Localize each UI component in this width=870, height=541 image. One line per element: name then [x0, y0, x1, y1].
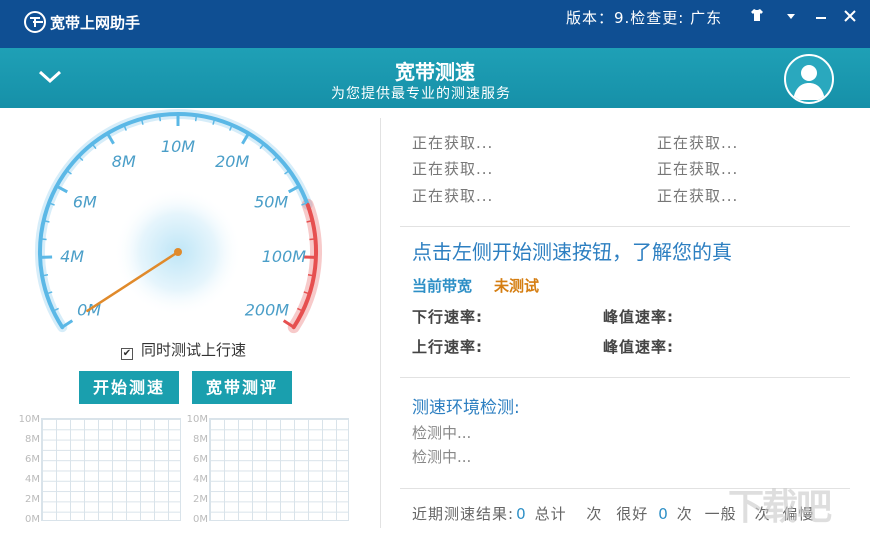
tick-label: 2M — [193, 494, 208, 505]
tick-label: 0M — [25, 514, 40, 525]
download-peak-label: 峰值速率: — [603, 308, 674, 326]
info-item: 正在获取... — [657, 160, 739, 178]
gauge-minor-tick — [194, 115, 198, 122]
y-axis-labels: 10M 8M 6M 4M 2M 0M — [14, 414, 40, 525]
gauge-minor-tick — [158, 115, 162, 122]
good-label: 很好 — [616, 505, 649, 523]
chart-grid — [209, 418, 349, 521]
gauge-tick-label: 8M — [112, 152, 136, 171]
chart-grid — [41, 418, 181, 521]
total-count: 0 — [516, 505, 527, 523]
total-unit: 总计 — [534, 505, 567, 523]
good-count: 0 — [658, 505, 669, 523]
gauge-tick-label: 20M — [215, 152, 249, 171]
upload-test-label: 同时测试上行速 — [141, 341, 247, 359]
info-item: 正在获取... — [412, 187, 494, 205]
upload-test-checkbox[interactable]: ✔ 同时测试上行速 — [121, 339, 246, 360]
environment-title: 测速环境检测: — [412, 398, 520, 418]
environment-item: 检测中... — [412, 448, 472, 466]
broadband-review-button[interactable]: 宽带测评 — [192, 371, 292, 404]
info-item: 正在获取... — [412, 134, 494, 152]
info-item: 正在获取... — [657, 134, 739, 152]
vertical-divider — [380, 118, 381, 528]
start-test-button[interactable]: 开始测速 — [79, 371, 179, 404]
gauge-minor-tick — [307, 274, 315, 277]
tick-label: 4M — [25, 474, 40, 485]
app-logo-icon — [24, 11, 46, 33]
download-rate-label: 下行速率: — [412, 308, 483, 326]
tick-label: 2M — [25, 494, 40, 505]
page-title: 宽带测速 — [395, 60, 475, 84]
upload-rate-label: 上行速率: — [412, 338, 483, 356]
gauge-minor-tick — [40, 238, 47, 241]
gauge-tick-label: 200M — [245, 301, 290, 320]
info-item: 正在获取... — [412, 160, 494, 178]
header-band: 宽带测速 为您提供最专业的测速服务 — [0, 48, 870, 108]
title-bar: 宽带上网助手 版本：9.检查更: 广东 — [0, 0, 870, 48]
page-subtitle: 为您提供最专业的测速服务 — [331, 86, 511, 102]
user-avatar-icon[interactable] — [784, 54, 834, 104]
gauge-tick-label: 10M — [161, 137, 195, 156]
version-text: 版本：9.检查更: 广东 — [566, 9, 723, 27]
gauge-minor-tick — [309, 238, 316, 241]
tick-label: 8M — [193, 434, 208, 445]
gauge-minor-tick — [41, 274, 49, 277]
gauge-tick-label: 50M — [254, 192, 288, 211]
dropdown-icon[interactable] — [781, 8, 801, 28]
close-icon[interactable] — [840, 8, 860, 28]
y-axis-labels: 10M 8M 6M 4M 2M 0M — [182, 414, 208, 525]
test-prompt: 点击左侧开始测速按钮，了解您的真 — [412, 240, 732, 264]
environment-item: 检测中... — [412, 424, 472, 442]
speed-gauge: 0M 4M 6M 8M 10M 20M 50M 100M 200M — [30, 109, 330, 334]
tick-label: 4M — [193, 474, 208, 485]
divider — [400, 377, 850, 378]
upload-speed-chart: 10M 8M 6M 4M 2M 0M — [182, 414, 352, 525]
tick-label: 10M — [186, 414, 208, 425]
minimize-icon[interactable] — [811, 8, 831, 28]
checkbox-icon[interactable]: ✔ — [121, 348, 133, 360]
tick-label: 6M — [25, 454, 40, 465]
shirt-icon[interactable] — [747, 8, 767, 28]
gauge-tick-label: 4M — [60, 247, 84, 266]
info-item: 正在获取... — [657, 187, 739, 205]
times-unit: 次 — [586, 505, 603, 523]
bandwidth-label: 当前带宽 — [412, 277, 473, 295]
gauge-tick-label: 100M — [262, 247, 307, 266]
upload-peak-label: 峰值速率: — [603, 338, 674, 356]
tick-label: 8M — [25, 434, 40, 445]
times-unit: 次 — [676, 505, 693, 523]
divider — [400, 226, 850, 227]
watermark-logo: 下载吧 — [728, 487, 832, 528]
bandwidth-value: 未测试 — [494, 277, 540, 295]
tick-label: 10M — [18, 414, 40, 425]
gauge-needle-hub — [174, 248, 182, 256]
gauge-tick-label: 6M — [73, 192, 97, 211]
tick-label: 6M — [193, 454, 208, 465]
app-name: 宽带上网助手 — [50, 14, 141, 32]
download-speed-chart: 10M 8M 6M 4M 2M 0M — [14, 414, 184, 525]
recent-label: 近期测速结果: — [412, 505, 515, 523]
tick-label: 0M — [193, 514, 208, 525]
